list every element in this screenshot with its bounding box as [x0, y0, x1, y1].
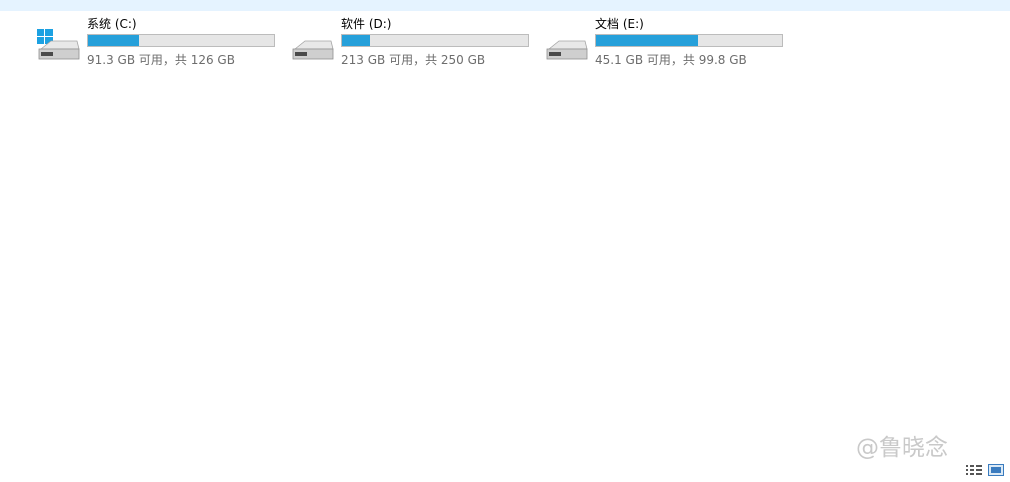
- drive-space-info: 213 GB 可用，共 250 GB: [341, 53, 486, 67]
- drive-tile-e[interactable]: 文档 (E:) 45.1 GB 可用，共 99.8 GB: [543, 15, 793, 71]
- usage-bar: [595, 34, 783, 47]
- drive-space-info: 91.3 GB 可用，共 126 GB: [87, 53, 235, 67]
- usage-fill: [342, 35, 370, 46]
- drive-name: 文档 (E:): [595, 17, 644, 31]
- usage-fill: [596, 35, 698, 46]
- details-view-icon[interactable]: [966, 464, 982, 476]
- drive-name: 软件 (D:): [341, 17, 392, 31]
- hard-drive-icon: [546, 40, 588, 60]
- drive-tile-d[interactable]: 软件 (D:) 213 GB 可用，共 250 GB: [289, 15, 539, 71]
- large-icons-view-icon[interactable]: [988, 464, 1004, 476]
- windows-system-drive-icon: [37, 29, 80, 60]
- usage-bar: [87, 34, 275, 47]
- usage-fill: [88, 35, 140, 46]
- usage-bar: [341, 34, 529, 47]
- drive-name: 系统 (C:): [87, 17, 137, 31]
- drive-tile-c[interactable]: 系统 (C:) 91.3 GB 可用，共 126 GB: [35, 15, 285, 71]
- header-strip: [0, 0, 1010, 11]
- watermark: @鲁晓念: [856, 435, 948, 461]
- drive-space-info: 45.1 GB 可用，共 99.8 GB: [595, 53, 747, 67]
- hard-drive-icon: [292, 40, 334, 60]
- view-switcher: [966, 464, 1004, 476]
